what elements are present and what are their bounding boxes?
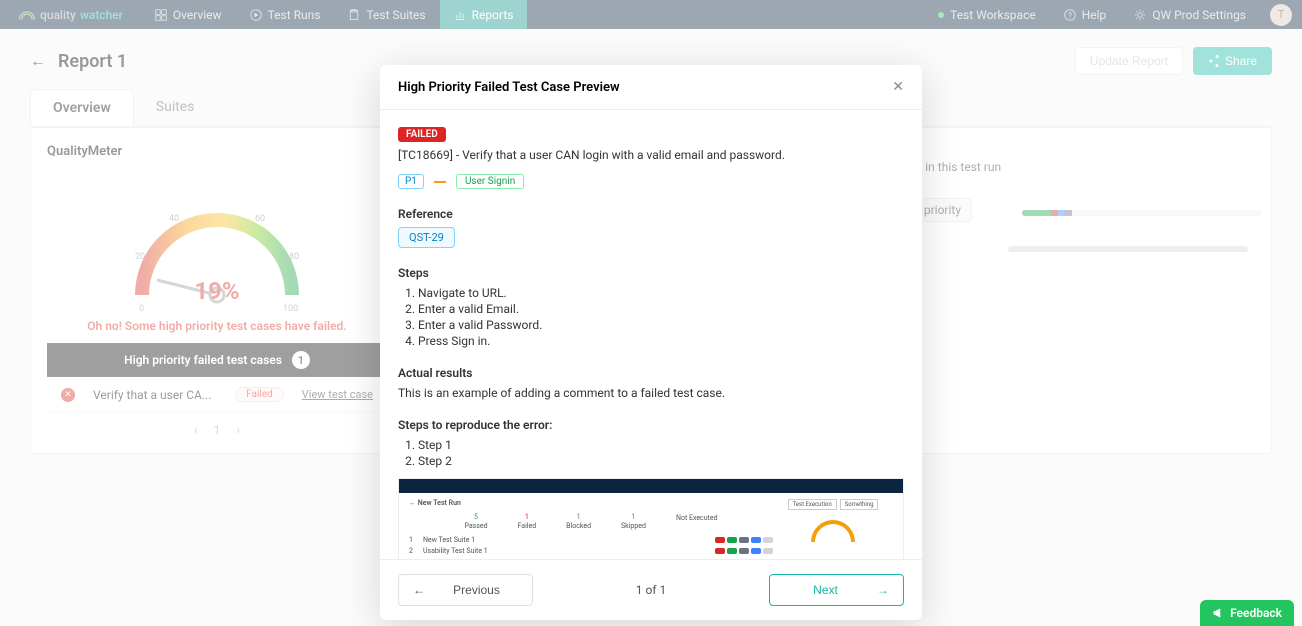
previous-button[interactable]: ← Previous (398, 574, 533, 606)
arrow-left-icon: ← (413, 583, 425, 597)
suite-tag: User Signin (456, 174, 524, 189)
arrow-right-icon: → (877, 583, 889, 597)
feedback-button[interactable]: Feedback (1200, 600, 1294, 626)
steps-heading: Steps (398, 266, 904, 280)
att-stats: 5Passed 1Failed 1Blocked 1Skipped Not Ex… (409, 509, 773, 530)
step-item: Enter a valid Password. (418, 318, 904, 332)
test-case-title: [TC18669] - Verify that a user CAN login… (398, 148, 904, 162)
close-icon[interactable]: ✕ (892, 79, 904, 95)
repro-item: Step 2 (418, 454, 904, 468)
tag-row: P1 User Signin (398, 174, 904, 189)
modal-footer: ← Previous 1 of 1 Next → (380, 559, 922, 620)
feedback-label: Feedback (1230, 606, 1282, 620)
reference-link[interactable]: QST-29 (398, 227, 455, 248)
step-item: Navigate to URL. (418, 286, 904, 300)
prev-label: Previous (435, 583, 518, 597)
modal-body[interactable]: FAILED [TC18669] - Verify that a user CA… (380, 110, 922, 559)
megaphone-icon (1212, 607, 1224, 619)
steps-list: Navigate to URL. Enter a valid Email. En… (398, 286, 904, 348)
page-indicator: 1 of 1 (545, 583, 757, 597)
actual-results-text: This is an example of adding a comment t… (398, 386, 904, 400)
repro-heading: Steps to reproduce the error: (398, 418, 904, 432)
step-item: Enter a valid Email. (418, 302, 904, 316)
reference-heading: Reference (398, 207, 904, 221)
attachment-screenshot: ← New Test Run 5Passed 1Failed 1Blocked … (398, 478, 904, 559)
att-title: New Test Run (418, 499, 461, 507)
modal-title: High Priority Failed Test Case Preview (398, 80, 620, 95)
priority-line-icon (434, 181, 446, 183)
actual-results-heading: Actual results (398, 366, 904, 380)
next-label: Next (784, 583, 867, 597)
mini-gauge-icon (808, 514, 858, 544)
status-badge: FAILED (398, 127, 446, 142)
att-topbar (399, 479, 903, 493)
modal-overlay: High Priority Failed Test Case Preview ✕… (0, 0, 1302, 626)
priority-tag: P1 (398, 174, 424, 189)
repro-list: Step 1 Step 2 (398, 438, 904, 468)
step-item: Press Sign in. (418, 334, 904, 348)
repro-item: Step 1 (418, 438, 904, 452)
test-case-preview-modal: High Priority Failed Test Case Preview ✕… (380, 65, 922, 620)
next-button[interactable]: Next → (769, 574, 904, 606)
modal-header: High Priority Failed Test Case Preview ✕ (380, 65, 922, 110)
